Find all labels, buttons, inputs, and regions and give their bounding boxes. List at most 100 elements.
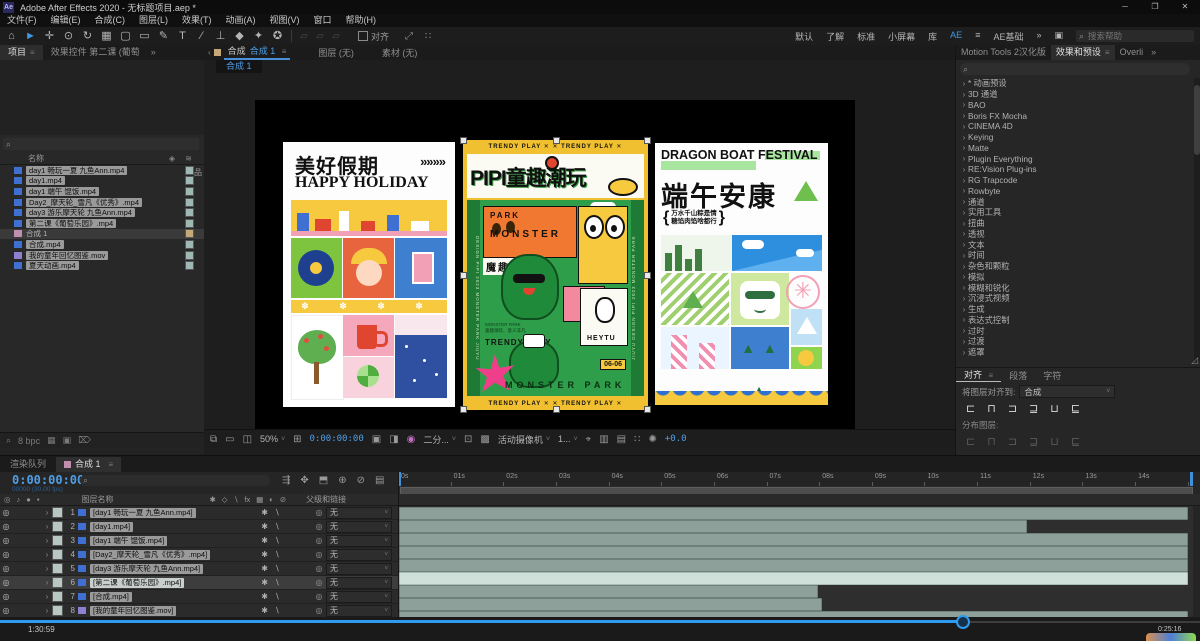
quality-switch-icon[interactable]: ✱ xyxy=(261,508,268,517)
menu-item-3[interactable]: 图层(L) xyxy=(132,14,175,27)
parent-select[interactable]: 无˅ xyxy=(326,520,392,533)
layer-row[interactable]: ◎ › 7 [合成.mp4] ✱ ∖ ◎ 无 ˅ xyxy=(0,590,398,604)
layer-name-column-header[interactable]: 图层名称 xyxy=(82,494,114,505)
effect-category[interactable]: › 模拟 xyxy=(956,272,1190,283)
twirl-icon[interactable]: › xyxy=(960,262,968,271)
layer-duration-bar[interactable] xyxy=(399,598,823,611)
selection-handle[interactable] xyxy=(644,137,651,144)
align-button-3[interactable]: ⊒ xyxy=(1029,402,1038,415)
parent-pickwhip-icon[interactable]: ◎ xyxy=(312,508,326,517)
label-color-chip[interactable] xyxy=(185,218,194,228)
twirl-icon[interactable]: › xyxy=(960,283,968,292)
comp-subtab[interactable]: 合成 1 xyxy=(216,60,262,73)
eraser-tool[interactable]: ◆ xyxy=(230,28,249,45)
twirl-icon[interactable]: › xyxy=(960,219,968,228)
selection-handle[interactable] xyxy=(460,406,467,413)
timeline-icon-4[interactable]: ⊘ xyxy=(357,475,365,486)
effect-category[interactable]: › Matte xyxy=(956,143,1190,154)
effect-category[interactable]: › 通道 xyxy=(956,196,1190,207)
mini-flowchart-icon[interactable]: ◫ xyxy=(243,434,252,445)
puppet-pin-tool[interactable]: ✪ xyxy=(268,28,287,45)
quality-switch-icon-2[interactable]: ∖ xyxy=(268,592,286,601)
tab-align[interactable]: 对齐 ≡ xyxy=(956,368,1002,382)
distribute-button-1[interactable]: ⊓ xyxy=(987,435,996,448)
layer-color-chip[interactable] xyxy=(52,577,63,588)
quality-switch-icon[interactable]: ✱ xyxy=(261,536,268,545)
tab-overflow-icon[interactable]: » xyxy=(1148,45,1159,60)
twirl-icon[interactable]: › xyxy=(960,165,968,174)
effect-category[interactable]: › 过时 xyxy=(956,325,1190,336)
layer-row[interactable]: ◎ › 4 [Day2_摩天轮_雪凡《优秀》.mp4] ✱ ∖ ◎ 无 ˅ xyxy=(0,548,398,562)
tab-effect-controls[interactable]: 效果控件 第二课 (葡萄 xyxy=(43,45,148,60)
twirl-icon[interactable]: › xyxy=(960,90,968,99)
twirl-icon[interactable]: › xyxy=(960,272,968,281)
effect-category[interactable]: › RE:Vision Plug-ins xyxy=(956,164,1190,175)
effect-category[interactable]: › RG Trapcode xyxy=(956,175,1190,186)
align-to-select[interactable]: 合成 ˅ xyxy=(1019,385,1116,398)
view-layout-select[interactable]: 1... ˅ xyxy=(558,434,578,444)
layer-name[interactable]: [第二课《葡萄乐园》.mp4] xyxy=(90,577,185,588)
workspace-item-0[interactable]: 默认 xyxy=(795,30,813,43)
parent-pickwhip-icon[interactable]: ◎ xyxy=(312,592,326,601)
poster-pipi-trendy-play[interactable]: TRENDY PLAY ✕ ✕ TRENDY PLAY ✕ PIPI童趣潮玩 D… xyxy=(460,137,651,413)
twirl-icon[interactable]: › xyxy=(960,294,968,303)
layer-name[interactable]: [合成.mp4] xyxy=(90,591,132,602)
maximize-button[interactable]: ❐ xyxy=(1140,0,1170,14)
layer-duration-bar[interactable] xyxy=(399,585,819,598)
twirl-icon[interactable]: › xyxy=(960,154,968,163)
timeline-icon[interactable]: ▤ xyxy=(617,434,626,445)
pan-behind-tool[interactable]: ▢ xyxy=(116,28,135,45)
parent-select[interactable]: 无˅ xyxy=(326,590,392,603)
effect-category[interactable]: › BAO xyxy=(956,100,1190,111)
twirl-icon[interactable]: › xyxy=(42,578,52,587)
layer-name[interactable]: [day3 游乐摩天轮 九鱼Ann.mp4] xyxy=(90,563,204,574)
minimize-button[interactable]: ─ xyxy=(1110,0,1140,14)
align-button-1[interactable]: ⊓ xyxy=(987,402,996,415)
quality-switch-icon-2[interactable]: ∖ xyxy=(268,508,286,517)
layer-duration-bar[interactable] xyxy=(399,546,1189,559)
project-item[interactable]: day1 畅玩一夏 九鱼Ann.mp4 xyxy=(0,165,204,176)
effect-category[interactable]: › 实用工具 xyxy=(956,207,1190,218)
project-item[interactable]: day1.mp4 xyxy=(0,176,204,187)
align-button-2[interactable]: ⊐ xyxy=(1008,402,1017,415)
layer-duration-bar[interactable] xyxy=(399,559,1189,572)
video-progress-knob[interactable] xyxy=(956,615,970,629)
rotation-tool[interactable]: ↻ xyxy=(78,28,97,45)
selection-handle[interactable] xyxy=(644,272,651,279)
pixel-aspect-icon[interactable]: ⌖ xyxy=(586,434,592,445)
twirl-icon[interactable]: › xyxy=(42,508,52,517)
parent-pickwhip-icon[interactable]: ◎ xyxy=(312,536,326,545)
project-item[interactable]: 我的童年回忆图鉴.mov xyxy=(0,250,204,261)
effect-category[interactable]: › 文本 xyxy=(956,239,1190,250)
tab-overflow-icon[interactable]: » xyxy=(148,45,159,60)
layer-row[interactable]: ◎ › 2 [day1.mp4] ✱ ∖ ◎ 无 ˅ xyxy=(0,520,398,534)
poster-dragon-boat-festival[interactable]: DRAGON BOAT FESTIVAL 端午安康 { 万水千山粽是情 糖馅肉馅… xyxy=(655,143,828,405)
timeline-search[interactable]: ⌕ xyxy=(80,475,270,486)
layer-name[interactable]: [我的童年回忆图鉴.mov] xyxy=(90,605,177,616)
multi-view-icon[interactable]: ⧉ xyxy=(210,434,217,445)
project-item[interactable]: day1 端午 馄饭.mp4 xyxy=(0,186,204,197)
show-snapshot-icon[interactable]: ◨ xyxy=(389,434,398,445)
menu-item-4[interactable]: 效果(T) xyxy=(175,14,219,27)
twirl-icon[interactable]: › xyxy=(960,348,968,357)
eye-icon[interactable]: ◎ xyxy=(0,578,12,587)
twirl-icon[interactable]: › xyxy=(960,208,968,217)
tab-motion-tools[interactable]: Motion Tools 2汉化版 xyxy=(956,45,1051,60)
project-item[interactable]: 第二课《葡萄乐园》.mp4 xyxy=(0,218,204,229)
transparency-grid-icon[interactable]: ▩ xyxy=(480,434,489,445)
camera-tool[interactable]: ▦ xyxy=(97,28,116,45)
quality-switch-icon[interactable]: ✱ xyxy=(261,606,268,615)
poster-happy-holiday[interactable]: 美好假期 »»»» HAPPY HOLIDAY ✽ ✽ ✽ ✽ xyxy=(283,142,455,407)
effect-category[interactable]: › 表达式控制 xyxy=(956,315,1190,326)
project-item[interactable]: Day2_摩天轮_雪凡《优秀》.mp4 xyxy=(0,197,204,208)
timeline-icon-5[interactable]: ▤ xyxy=(375,475,384,486)
parent-pickwhip-icon[interactable]: ◎ xyxy=(312,564,326,573)
effect-category[interactable]: › 过渡 xyxy=(956,336,1190,347)
twirl-icon[interactable]: › xyxy=(42,564,52,573)
video-progress-remaining[interactable] xyxy=(963,621,1200,623)
workspace-item-1[interactable]: 了解 xyxy=(826,30,844,43)
layer-row[interactable]: ◎ › 1 [day1 畅玩一夏 九鱼Ann.mp4] ✱ ∖ ◎ 无 ˅ xyxy=(0,506,398,520)
panel-resize-grip[interactable]: ◿ xyxy=(1191,355,1198,366)
align-button-4[interactable]: ⊔ xyxy=(1050,402,1059,415)
project-search-input[interactable] xyxy=(13,138,188,150)
